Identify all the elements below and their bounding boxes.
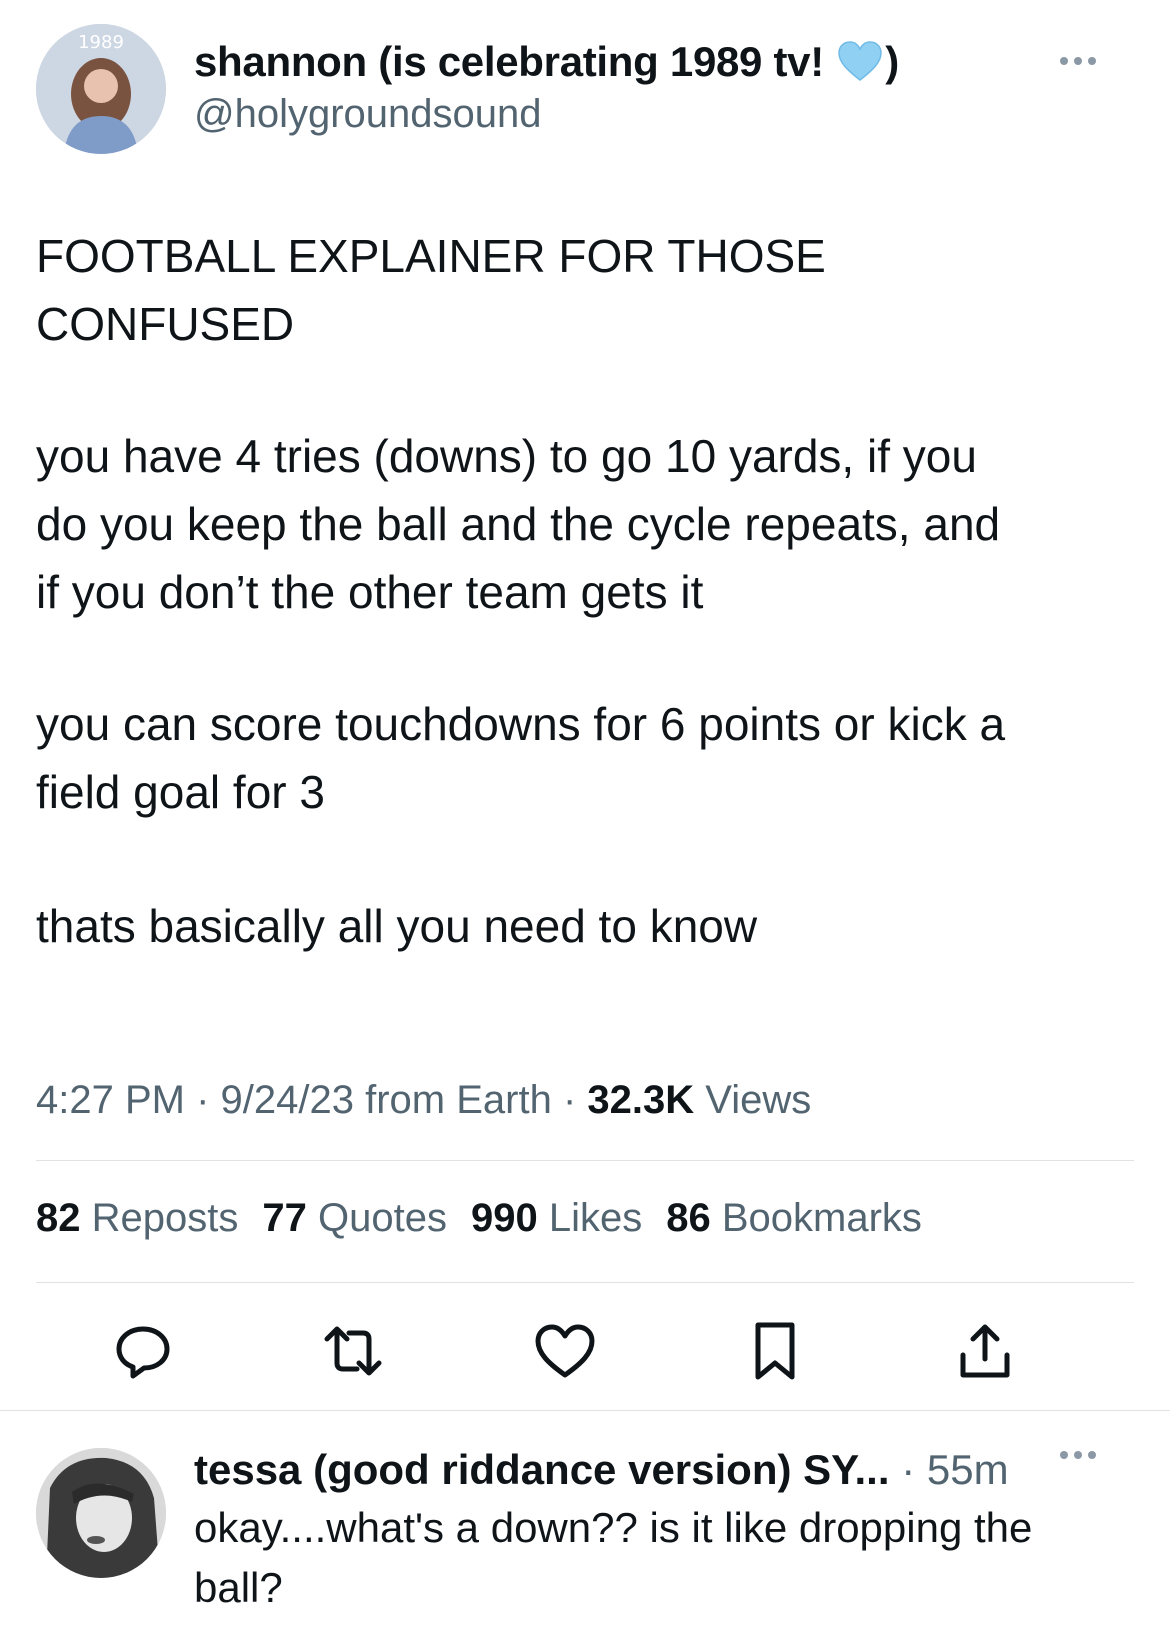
dot-icon <box>1088 1451 1096 1459</box>
reply-header: tessa (good riddance version) SY... · 55… <box>194 1446 1009 1493</box>
author-handle[interactable]: @holygroundsound <box>194 92 542 137</box>
quotes-stat[interactable]: 77 Quotes <box>262 1196 447 1241</box>
author-avatar[interactable]: 1989 <box>36 24 166 154</box>
bookmarks-stat[interactable]: 86 Bookmarks <box>666 1196 922 1241</box>
tweet-more-button[interactable] <box>1048 46 1108 76</box>
tweet-text-line: you have 4 tries (downs) to go 10 yards,… <box>36 430 977 482</box>
divider <box>36 1160 1134 1161</box>
divider <box>0 1410 1170 1411</box>
share-icon <box>960 1324 1010 1378</box>
repost-button[interactable] <box>318 1316 388 1386</box>
like-icon <box>535 1324 595 1378</box>
dot-icon <box>1074 1451 1082 1459</box>
tweet-text-line: thats basically all you need to know <box>36 900 758 952</box>
tweet-text-line: do you keep the ball and the cycle repea… <box>36 498 1001 550</box>
author-name-suffix: ) <box>885 38 899 85</box>
bookmark-icon <box>755 1322 795 1380</box>
repost-icon <box>324 1326 382 1376</box>
tweet-text-line: CONFUSED <box>36 298 295 350</box>
reply-text-line: okay....what's a down?? is it like dropp… <box>194 1504 1033 1551</box>
tweet-text-line: you can score touchdowns for 6 points or… <box>36 698 1006 750</box>
dot-icon <box>1060 1451 1068 1459</box>
avatar-badge-text: 1989 <box>78 32 124 53</box>
blue-heart-icon <box>837 40 883 92</box>
likes-stat[interactable]: 990 Likes <box>471 1196 642 1241</box>
engagement-stats: 82 Reposts 77 Quotes 990 Likes 86 Bookma… <box>36 1196 922 1241</box>
dot-icon <box>1088 57 1096 65</box>
bookmark-button[interactable] <box>740 1316 810 1386</box>
views-label: Views <box>705 1078 812 1122</box>
tweet-meta: 4:27 PM · 9/24/23 from Earth · 32.3K Vie… <box>36 1078 812 1122</box>
reply-author-avatar[interactable] <box>36 1448 166 1578</box>
dot-icon <box>1074 57 1082 65</box>
tweet-date[interactable]: 9/24/23 <box>221 1078 354 1122</box>
tweet-source: from Earth <box>365 1078 552 1122</box>
views-count: 32.3K <box>587 1078 695 1122</box>
reply-button[interactable] <box>108 1316 178 1386</box>
author-name[interactable]: shannon (is celebrating 1989 tv! ) <box>194 38 899 92</box>
reposts-stat[interactable]: 82 Reposts <box>36 1196 238 1241</box>
reply-more-button[interactable] <box>1048 1440 1108 1470</box>
author-name-text: shannon (is celebrating 1989 tv! <box>194 38 824 85</box>
action-bar <box>0 1316 1170 1386</box>
tweet-time[interactable]: 4:27 PM <box>36 1078 185 1122</box>
reply-author-name[interactable]: tessa (good riddance version) SY... <box>194 1446 890 1493</box>
reply-text-line: ball? <box>194 1564 283 1611</box>
dot-icon <box>1060 57 1068 65</box>
divider <box>36 1282 1134 1283</box>
author-avatar-image: 1989 <box>36 24 166 154</box>
share-button[interactable] <box>950 1316 1020 1386</box>
reply-time[interactable]: 55m <box>927 1446 1009 1493</box>
reply-icon <box>116 1326 170 1379</box>
tweet-text-line: if you don’t the other team gets it <box>36 566 704 618</box>
reply-avatar-image <box>36 1448 166 1578</box>
like-button[interactable] <box>530 1316 600 1386</box>
tweet-text-line: field goal for 3 <box>36 766 325 818</box>
tweet-text-line: FOOTBALL EXPLAINER FOR THOSE <box>36 230 826 282</box>
